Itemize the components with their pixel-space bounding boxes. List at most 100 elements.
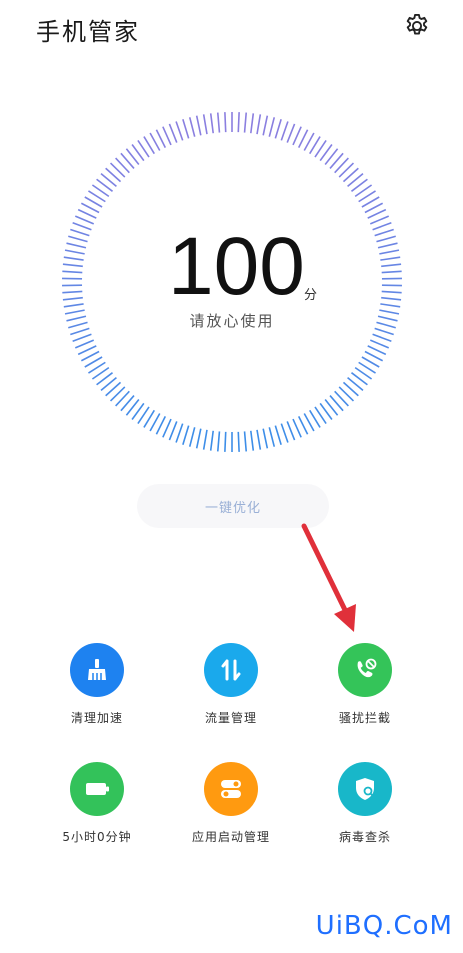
dial-tick	[243, 431, 248, 452]
tool-virus-scan[interactable]: 病毒查杀	[300, 762, 430, 845]
dial-tick	[209, 113, 214, 134]
dial-tick	[175, 423, 184, 443]
dial-tick	[256, 114, 262, 135]
tool-label: 5小时0分钟	[62, 830, 132, 844]
dial-tick	[292, 418, 302, 438]
dial-tick	[224, 431, 227, 452]
dial-tick	[63, 256, 84, 261]
score-value: 100	[168, 221, 305, 312]
tool-label: 流量管理	[204, 711, 257, 725]
dial-tick	[63, 303, 84, 308]
dial-tick	[237, 431, 240, 452]
tool-clean-speedup[interactable]: 清理加速	[32, 643, 162, 726]
dial-tick	[74, 339, 95, 349]
dial-tick	[74, 215, 95, 225]
phone-block-icon	[338, 643, 392, 697]
shield-search-icon	[338, 762, 392, 816]
app-title: 手机管家	[36, 18, 140, 46]
dial-tick	[286, 123, 296, 143]
dial-tick	[70, 228, 90, 237]
dial-tick	[256, 429, 262, 450]
dial-tick	[162, 126, 172, 146]
dial-tick	[72, 221, 92, 231]
tool-label: 应用启动管理	[191, 830, 270, 844]
dial-tick	[202, 429, 208, 450]
tool-label: 清理加速	[70, 711, 123, 725]
dial-tick	[274, 119, 282, 139]
data-transfer-icon	[204, 643, 258, 697]
dial-tick	[188, 117, 196, 137]
tool-data-management[interactable]: 流量管理	[166, 643, 296, 726]
dial-tick	[374, 228, 394, 237]
dial-tick	[379, 249, 400, 255]
score-dial: 100 分 请放心使用	[60, 110, 404, 454]
dial-tick	[292, 126, 302, 146]
red-arrow-annotation	[301, 523, 356, 632]
dial-tick	[250, 113, 255, 134]
dial-tick	[372, 221, 392, 231]
dial-tick	[237, 112, 240, 133]
dial-tick	[262, 428, 269, 449]
dial-tick	[62, 270, 83, 274]
toggle-icon	[204, 762, 258, 816]
dial-tick	[175, 121, 184, 141]
dial-tick	[195, 115, 202, 136]
dial-tick	[155, 416, 167, 435]
tool-label: 骚扰拦截	[338, 711, 391, 725]
dial-tick	[62, 290, 83, 294]
score-unit: 分	[304, 288, 318, 303]
dial-tick	[297, 129, 309, 148]
dial-tick	[62, 263, 83, 268]
dial-tick	[280, 121, 289, 141]
dial-tick	[369, 215, 390, 225]
dial-tick	[64, 249, 85, 255]
dial-tick	[243, 112, 248, 133]
score-display: 100 分	[168, 221, 317, 312]
dial-tick	[376, 235, 396, 243]
dial-tick	[381, 270, 402, 274]
dial-tick	[188, 427, 196, 447]
watermark: UiBQ.CoM	[315, 911, 453, 941]
dial-tick	[182, 425, 190, 445]
tool-battery[interactable]: 5小时0分钟	[32, 762, 162, 845]
dial-tick	[297, 416, 309, 435]
dial-tick	[381, 296, 402, 301]
dial-tick	[381, 290, 402, 294]
dial-tick	[68, 235, 88, 243]
broom-icon	[70, 643, 124, 697]
dial-tick	[72, 333, 92, 343]
dial-tick	[155, 129, 167, 148]
dial-tick	[182, 119, 190, 139]
dial-tick	[280, 423, 289, 443]
tool-app-launch[interactable]: 应用启动管理	[166, 762, 296, 845]
dial-tick	[380, 303, 401, 308]
dial-tick	[367, 345, 387, 356]
gear-icon[interactable]	[403, 12, 431, 40]
status-text: 请放心使用	[189, 312, 275, 330]
dial-tick	[224, 112, 227, 133]
dial-tick	[216, 431, 221, 452]
dial-tick	[274, 425, 282, 445]
dial-tick	[268, 427, 276, 447]
battery-icon	[70, 762, 124, 816]
dial-tick	[77, 208, 97, 219]
dial-tick	[268, 117, 276, 137]
dial-tick	[380, 256, 401, 261]
dial-tick	[262, 115, 269, 136]
dial-tick	[372, 333, 392, 343]
dial-tick	[216, 112, 221, 133]
dial-tick	[195, 428, 202, 449]
dial-tick	[381, 263, 402, 268]
dial-tick	[250, 430, 255, 451]
dial-tick	[369, 339, 390, 349]
tool-harassment-block[interactable]: 骚扰拦截	[300, 643, 430, 726]
dial-tick	[62, 296, 83, 301]
dial-tick	[162, 418, 172, 438]
dial-tick	[286, 421, 296, 441]
header: 手机管家	[0, 0, 463, 60]
dial-tick	[209, 430, 214, 451]
dial-tick	[377, 242, 398, 249]
tool-label: 病毒查杀	[338, 830, 391, 844]
dial-tick	[66, 242, 87, 249]
dial-tick	[168, 123, 178, 143]
